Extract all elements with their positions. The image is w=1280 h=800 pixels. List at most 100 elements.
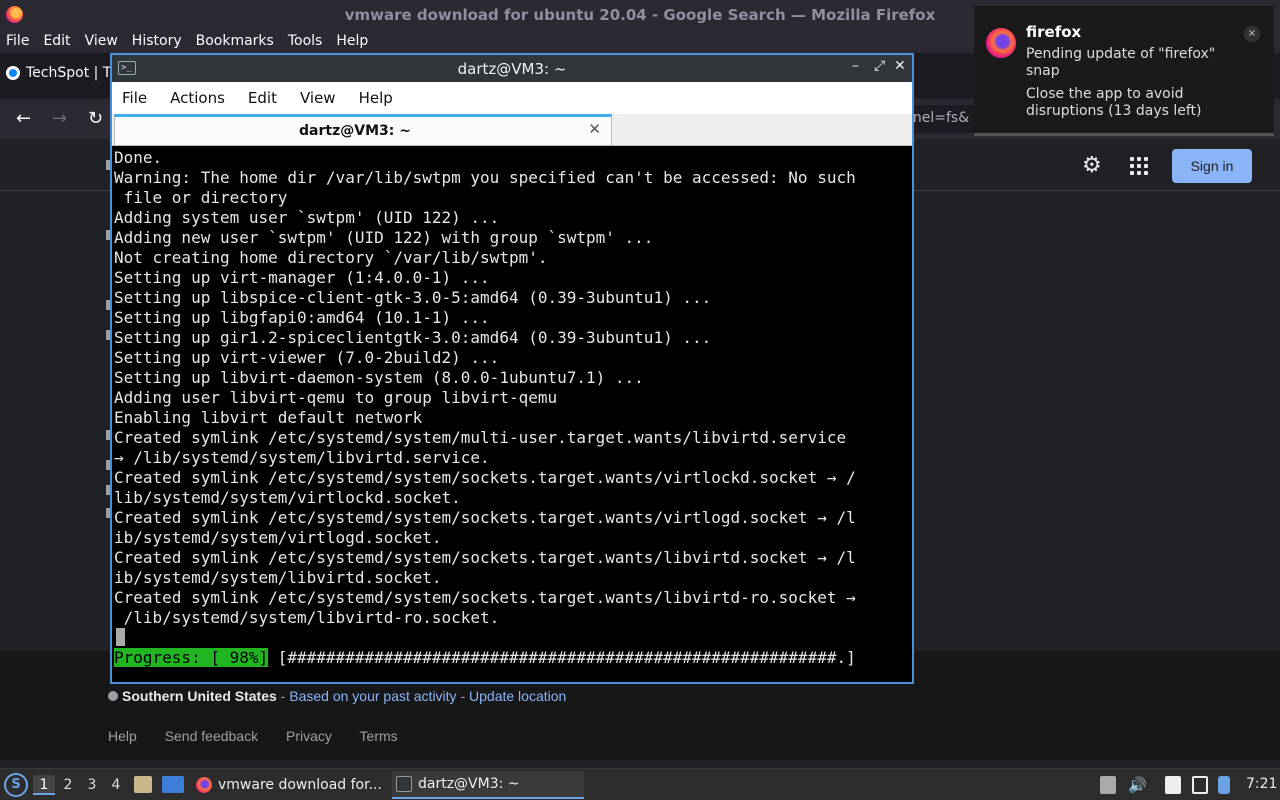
firefox-logo-icon bbox=[986, 28, 1016, 58]
terminal-line: Done. bbox=[114, 148, 163, 167]
location-sep: - bbox=[276, 688, 290, 704]
terminal-cursor bbox=[116, 628, 125, 646]
terminal-line: Setting up libgfapi0:amd64 (10.1-1) ... bbox=[114, 308, 490, 327]
network-icon[interactable] bbox=[1192, 776, 1208, 794]
workspace-3[interactable]: 3 bbox=[81, 775, 103, 795]
sign-in-button[interactable]: Sign in bbox=[1172, 149, 1252, 183]
update-location-link[interactable]: Update location bbox=[469, 688, 566, 704]
terminal-line: file or directory bbox=[114, 188, 288, 207]
terminal-line: Adding user libvirt-qemu to group libvir… bbox=[114, 388, 558, 407]
terminal-line: Enabling libvirt default network bbox=[114, 408, 423, 427]
terminal-line: Adding new user `swtpm' (UID 122) with g… bbox=[114, 228, 654, 247]
location-place: Southern United States bbox=[122, 688, 277, 704]
notification-message: Pending update of "firefox" snap bbox=[1026, 46, 1216, 79]
task-terminal[interactable]: dartz@VM3: ~ bbox=[392, 771, 584, 799]
ff-menu-help[interactable]: Help bbox=[336, 33, 368, 49]
terminal-tab-label: dartz@VM3: ~ bbox=[299, 123, 411, 139]
terminal-lines: Done. Warning: The home dir /var/lib/swtp… bbox=[114, 148, 856, 628]
terminal-line: Setting up libvirt-daemon-system (8.0.0-… bbox=[114, 368, 644, 387]
term-menu-edit[interactable]: Edit bbox=[248, 89, 277, 107]
footer-terms-link[interactable]: Terms bbox=[360, 728, 398, 744]
apt-progress: Progress: [ 98%] [######################… bbox=[114, 648, 856, 668]
notification-app: firefox bbox=[1026, 23, 1082, 41]
terminal-line: → /lib/systemd/system/libvirtd.service. bbox=[114, 448, 490, 467]
term-menu-actions[interactable]: Actions bbox=[170, 89, 225, 107]
terminal-line: Setting up virt-viewer (7.0-2build2) ... bbox=[114, 348, 500, 367]
location-sep: - bbox=[456, 688, 470, 704]
task-firefox-label: vmware download for... bbox=[218, 777, 382, 793]
tab-techspot[interactable]: TechSpot | T bbox=[6, 65, 111, 81]
minimize-icon[interactable]: – bbox=[852, 58, 859, 74]
ff-menu-history[interactable]: History bbox=[132, 33, 182, 49]
updates-icon[interactable] bbox=[1218, 776, 1230, 794]
clock[interactable]: 7:21 bbox=[1246, 776, 1277, 792]
terminal-tabbar: dartz@VM3: ~ ✕ bbox=[112, 114, 912, 146]
ff-menu-file[interactable]: File bbox=[6, 33, 29, 49]
location-dot-icon bbox=[108, 691, 118, 701]
close-icon[interactable]: ✕ bbox=[894, 58, 906, 74]
ff-menu-view[interactable]: View bbox=[85, 33, 118, 49]
techspot-favicon-icon bbox=[6, 66, 20, 80]
tab-label: TechSpot | T bbox=[26, 65, 112, 81]
footer-help-link[interactable]: Help bbox=[108, 728, 137, 744]
forward-arrow-icon[interactable]: → bbox=[52, 108, 67, 129]
terminal-line: Adding system user `swtpm' (UID 122) ... bbox=[114, 208, 500, 227]
settings-gear-icon[interactable]: ⚙ bbox=[1082, 153, 1102, 178]
terminal-titlebar[interactable]: >_ dartz@VM3: ~ – ⤢ ✕ bbox=[112, 55, 912, 82]
update-notification[interactable]: firefox Pending update of "firefox" snap… bbox=[974, 6, 1274, 136]
terminal-line: Created symlink /etc/systemd/system/sock… bbox=[114, 548, 856, 567]
task-firefox[interactable]: vmware download for... bbox=[192, 771, 388, 799]
terminal-icon bbox=[396, 776, 412, 792]
terminal-line: ib/systemd/system/libvirtd.socket. bbox=[114, 568, 442, 587]
close-tab-icon[interactable]: ✕ bbox=[588, 120, 601, 138]
terminal-line: Created symlink /etc/systemd/system/sock… bbox=[114, 508, 856, 527]
clipboard-icon[interactable] bbox=[1100, 776, 1116, 794]
task-terminal-label: dartz@VM3: ~ bbox=[418, 776, 520, 792]
start-menu-icon[interactable]: S bbox=[4, 773, 28, 797]
footer-links: Help Send feedback Privacy Terms bbox=[108, 728, 422, 744]
maximize-icon[interactable]: ⤢ bbox=[874, 58, 885, 74]
workspace-1[interactable]: 1 bbox=[33, 775, 55, 795]
terminal-output[interactable]: Done. Warning: The home dir /var/lib/swtp… bbox=[114, 148, 910, 682]
taskbar: S 1 2 3 4 vmware download for... dartz@V… bbox=[0, 768, 1280, 800]
location-line: Southern United States - Based on your p… bbox=[108, 688, 566, 704]
progress-label: Progress: [ 98%] bbox=[114, 648, 269, 667]
ff-menu-edit[interactable]: Edit bbox=[43, 33, 70, 49]
workspace-4[interactable]: 4 bbox=[105, 775, 127, 795]
terminal-line: Created symlink /etc/systemd/system/sock… bbox=[114, 468, 856, 487]
firefox-icon bbox=[196, 777, 212, 793]
terminal-window-title: dartz@VM3: ~ bbox=[457, 60, 567, 78]
notification-detail: Close the app to avoid disruptions (13 d… bbox=[1026, 86, 1202, 119]
close-icon[interactable]: × bbox=[1244, 26, 1260, 42]
term-menu-help[interactable]: Help bbox=[359, 89, 393, 107]
reload-icon[interactable]: ↻ bbox=[88, 108, 103, 129]
ff-menu-bookmarks[interactable]: Bookmarks bbox=[196, 33, 274, 49]
footer-privacy-link[interactable]: Privacy bbox=[286, 728, 332, 744]
terminal-line: /lib/systemd/system/libvirtd-ro.socket. bbox=[114, 608, 500, 627]
progress-bar: [#######################################… bbox=[268, 648, 856, 667]
terminal-line: Not creating home directory `/var/lib/sw… bbox=[114, 248, 548, 267]
terminal-line: Setting up gir1.2-spiceclientgtk-3.0:amd… bbox=[114, 328, 712, 347]
terminal-menubar: File Actions Edit View Help bbox=[112, 82, 912, 114]
terminal-line: ib/systemd/system/virtlogd.socket. bbox=[114, 528, 442, 547]
google-apps-icon[interactable] bbox=[1130, 157, 1148, 175]
terminal-line: Created symlink /etc/systemd/system/mult… bbox=[114, 428, 847, 447]
workspace-2[interactable]: 2 bbox=[57, 775, 79, 795]
terminal-window[interactable]: >_ dartz@VM3: ~ – ⤢ ✕ File Actions Edit … bbox=[110, 53, 914, 684]
volume-icon[interactable]: 🔊 bbox=[1128, 776, 1147, 794]
terminal-tab[interactable]: dartz@VM3: ~ ✕ bbox=[114, 114, 612, 145]
back-arrow-icon[interactable]: ← bbox=[16, 108, 31, 129]
based-on-activity-link[interactable]: Based on your past activity bbox=[289, 688, 456, 704]
notes-icon[interactable] bbox=[1165, 776, 1181, 794]
terminal-line: Created symlink /etc/systemd/system/sock… bbox=[114, 588, 856, 607]
terminal-line: Warning: The home dir /var/lib/swtpm you… bbox=[114, 168, 856, 187]
terminal-line: lib/systemd/system/virtlockd.socket. bbox=[114, 488, 461, 507]
ff-menu-tools[interactable]: Tools bbox=[288, 33, 323, 49]
terminal-line: Setting up libspice-client-gtk-3.0-5:amd… bbox=[114, 288, 712, 307]
terminal-line: Setting up virt-manager (1:4.0.0-1) ... bbox=[114, 268, 490, 287]
file-manager-icon[interactable] bbox=[134, 776, 152, 793]
term-menu-file[interactable]: File bbox=[122, 89, 147, 107]
term-menu-view[interactable]: View bbox=[300, 89, 336, 107]
show-desktop-icon[interactable] bbox=[162, 776, 184, 793]
footer-feedback-link[interactable]: Send feedback bbox=[165, 728, 258, 744]
